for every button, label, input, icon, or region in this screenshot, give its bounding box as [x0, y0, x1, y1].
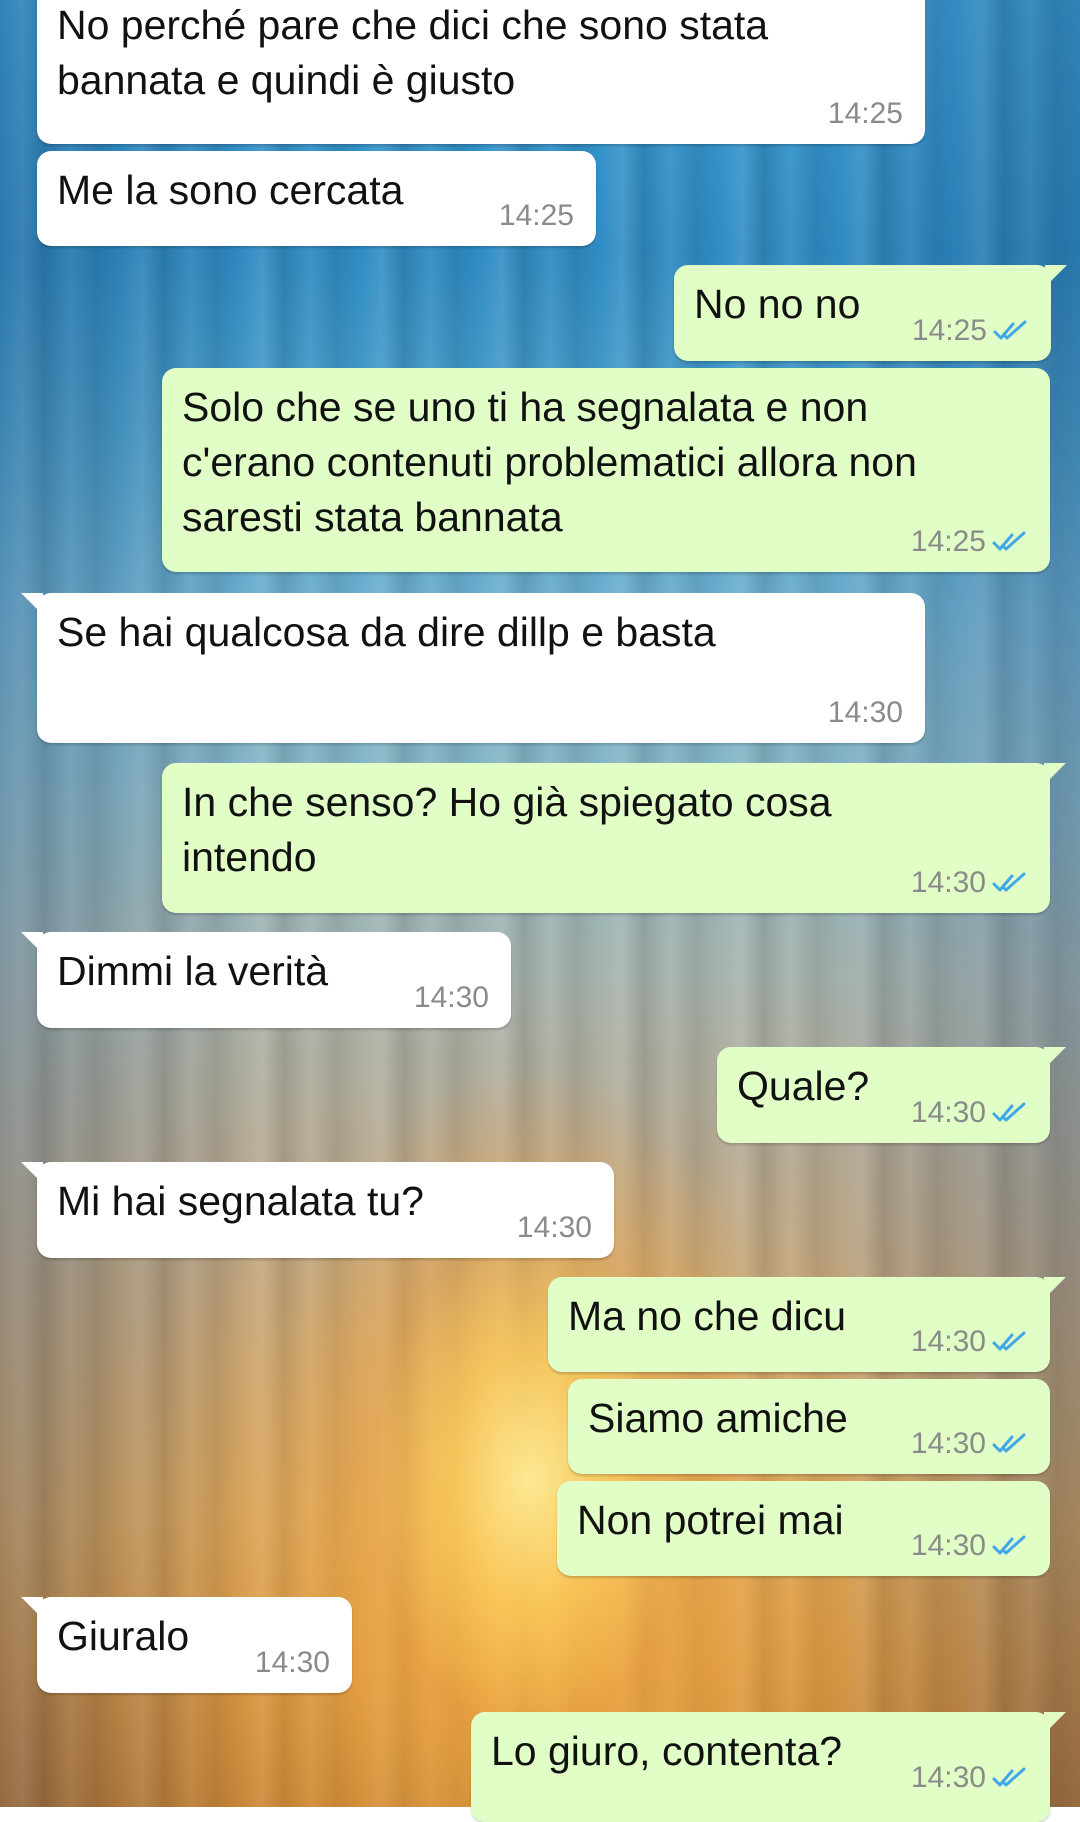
message-outgoing[interactable]: Quale? 14:30: [717, 1047, 1066, 1143]
message-time: 14:25: [910, 525, 986, 558]
message-time: 14:30: [516, 1211, 592, 1244]
message-text: Mi hai segnalata tu?: [57, 1178, 424, 1224]
message-incoming[interactable]: Dimmi la verità 14:30: [21, 932, 511, 1028]
message-text: Non potrei mai: [577, 1497, 844, 1543]
message-outgoing[interactable]: Ma no che dicu 14:30: [548, 1277, 1066, 1372]
message-meta: 14:30: [414, 980, 489, 1016]
message-time: 14:25: [827, 97, 903, 130]
message-incoming[interactable]: Mi hai segnalata tu? 14:30: [21, 1162, 614, 1258]
message-time: 14:30: [910, 1761, 986, 1794]
message-meta: 14:30: [911, 1095, 1028, 1131]
message-text: No perché pare che dici che sono stata b…: [57, 2, 769, 103]
message-meta: 14:30: [911, 1426, 1028, 1462]
message-text: Quale?: [737, 1063, 870, 1109]
message-meta: 14:25: [912, 313, 1029, 349]
message-incoming[interactable]: Giuralo 14:30: [21, 1597, 352, 1693]
message-outgoing[interactable]: No no no 14:25: [674, 265, 1067, 361]
message-time: 14:30: [910, 1325, 986, 1358]
message-text: Solo che se uno ti ha segnalata e non c'…: [182, 384, 917, 540]
message-time: 14:30: [827, 696, 903, 729]
message-incoming[interactable]: Me la sono cercata 14:25: [37, 151, 596, 246]
message-text: Giuralo: [57, 1613, 190, 1659]
message-meta: 14:30: [911, 1324, 1028, 1360]
read-double-tick-icon: [992, 1433, 1026, 1453]
message-meta: 14:30: [517, 1210, 592, 1246]
message-meta: 14:30: [911, 1760, 1028, 1796]
message-text: Ma no che dicu: [568, 1293, 847, 1339]
message-text: Siamo amiche: [588, 1395, 848, 1441]
message-outgoing[interactable]: Siamo amiche 14:30: [568, 1379, 1050, 1474]
read-double-tick-icon: [992, 872, 1026, 892]
message-time: 14:30: [413, 981, 489, 1014]
message-text: No no no: [694, 281, 861, 327]
message-time: 14:30: [254, 1646, 330, 1679]
read-double-tick-icon: [992, 1535, 1026, 1555]
read-double-tick-icon: [992, 531, 1026, 551]
message-time: 14:30: [910, 866, 986, 899]
message-time: 14:30: [910, 1096, 986, 1129]
message-meta: 14:30: [911, 865, 1028, 901]
message-meta: 14:30: [828, 695, 903, 731]
message-meta: 14:30: [255, 1645, 330, 1681]
message-text: Dimmi la verità: [57, 948, 329, 994]
message-meta: 14:25: [499, 198, 574, 234]
message-outgoing[interactable]: In che senso? Ho già spiegato cosa inten…: [162, 763, 1066, 913]
message-text: Me la sono cercata: [57, 167, 404, 213]
read-double-tick-icon: [992, 1331, 1026, 1351]
message-outgoing[interactable]: Non potrei mai 14:30: [557, 1481, 1050, 1576]
message-text: Se hai qualcosa da dire dillp e basta: [57, 609, 716, 655]
message-meta: 14:25: [911, 524, 1028, 560]
message-incoming[interactable]: Se hai qualcosa da dire dillp e basta 14…: [21, 593, 925, 743]
message-time: 14:25: [911, 314, 987, 347]
message-meta: 14:30: [911, 1528, 1028, 1564]
message-time: 14:30: [910, 1427, 986, 1460]
message-text: Lo giuro, contenta?: [491, 1728, 843, 1774]
message-time: 14:30: [910, 1529, 986, 1562]
message-text: In che senso? Ho già spiegato cosa inten…: [182, 779, 832, 880]
message-outgoing[interactable]: Lo giuro, contenta? 14:30: [471, 1712, 1066, 1822]
read-double-tick-icon: [992, 1102, 1026, 1122]
message-outgoing[interactable]: Solo che se uno ti ha segnalata e non c'…: [162, 368, 1050, 572]
message-meta: 14:25: [828, 96, 903, 132]
read-double-tick-icon: [993, 320, 1027, 340]
read-double-tick-icon: [992, 1767, 1026, 1787]
message-time: 14:25: [498, 199, 574, 232]
message-incoming[interactable]: No perché pare che dici che sono stata b…: [37, 0, 925, 144]
